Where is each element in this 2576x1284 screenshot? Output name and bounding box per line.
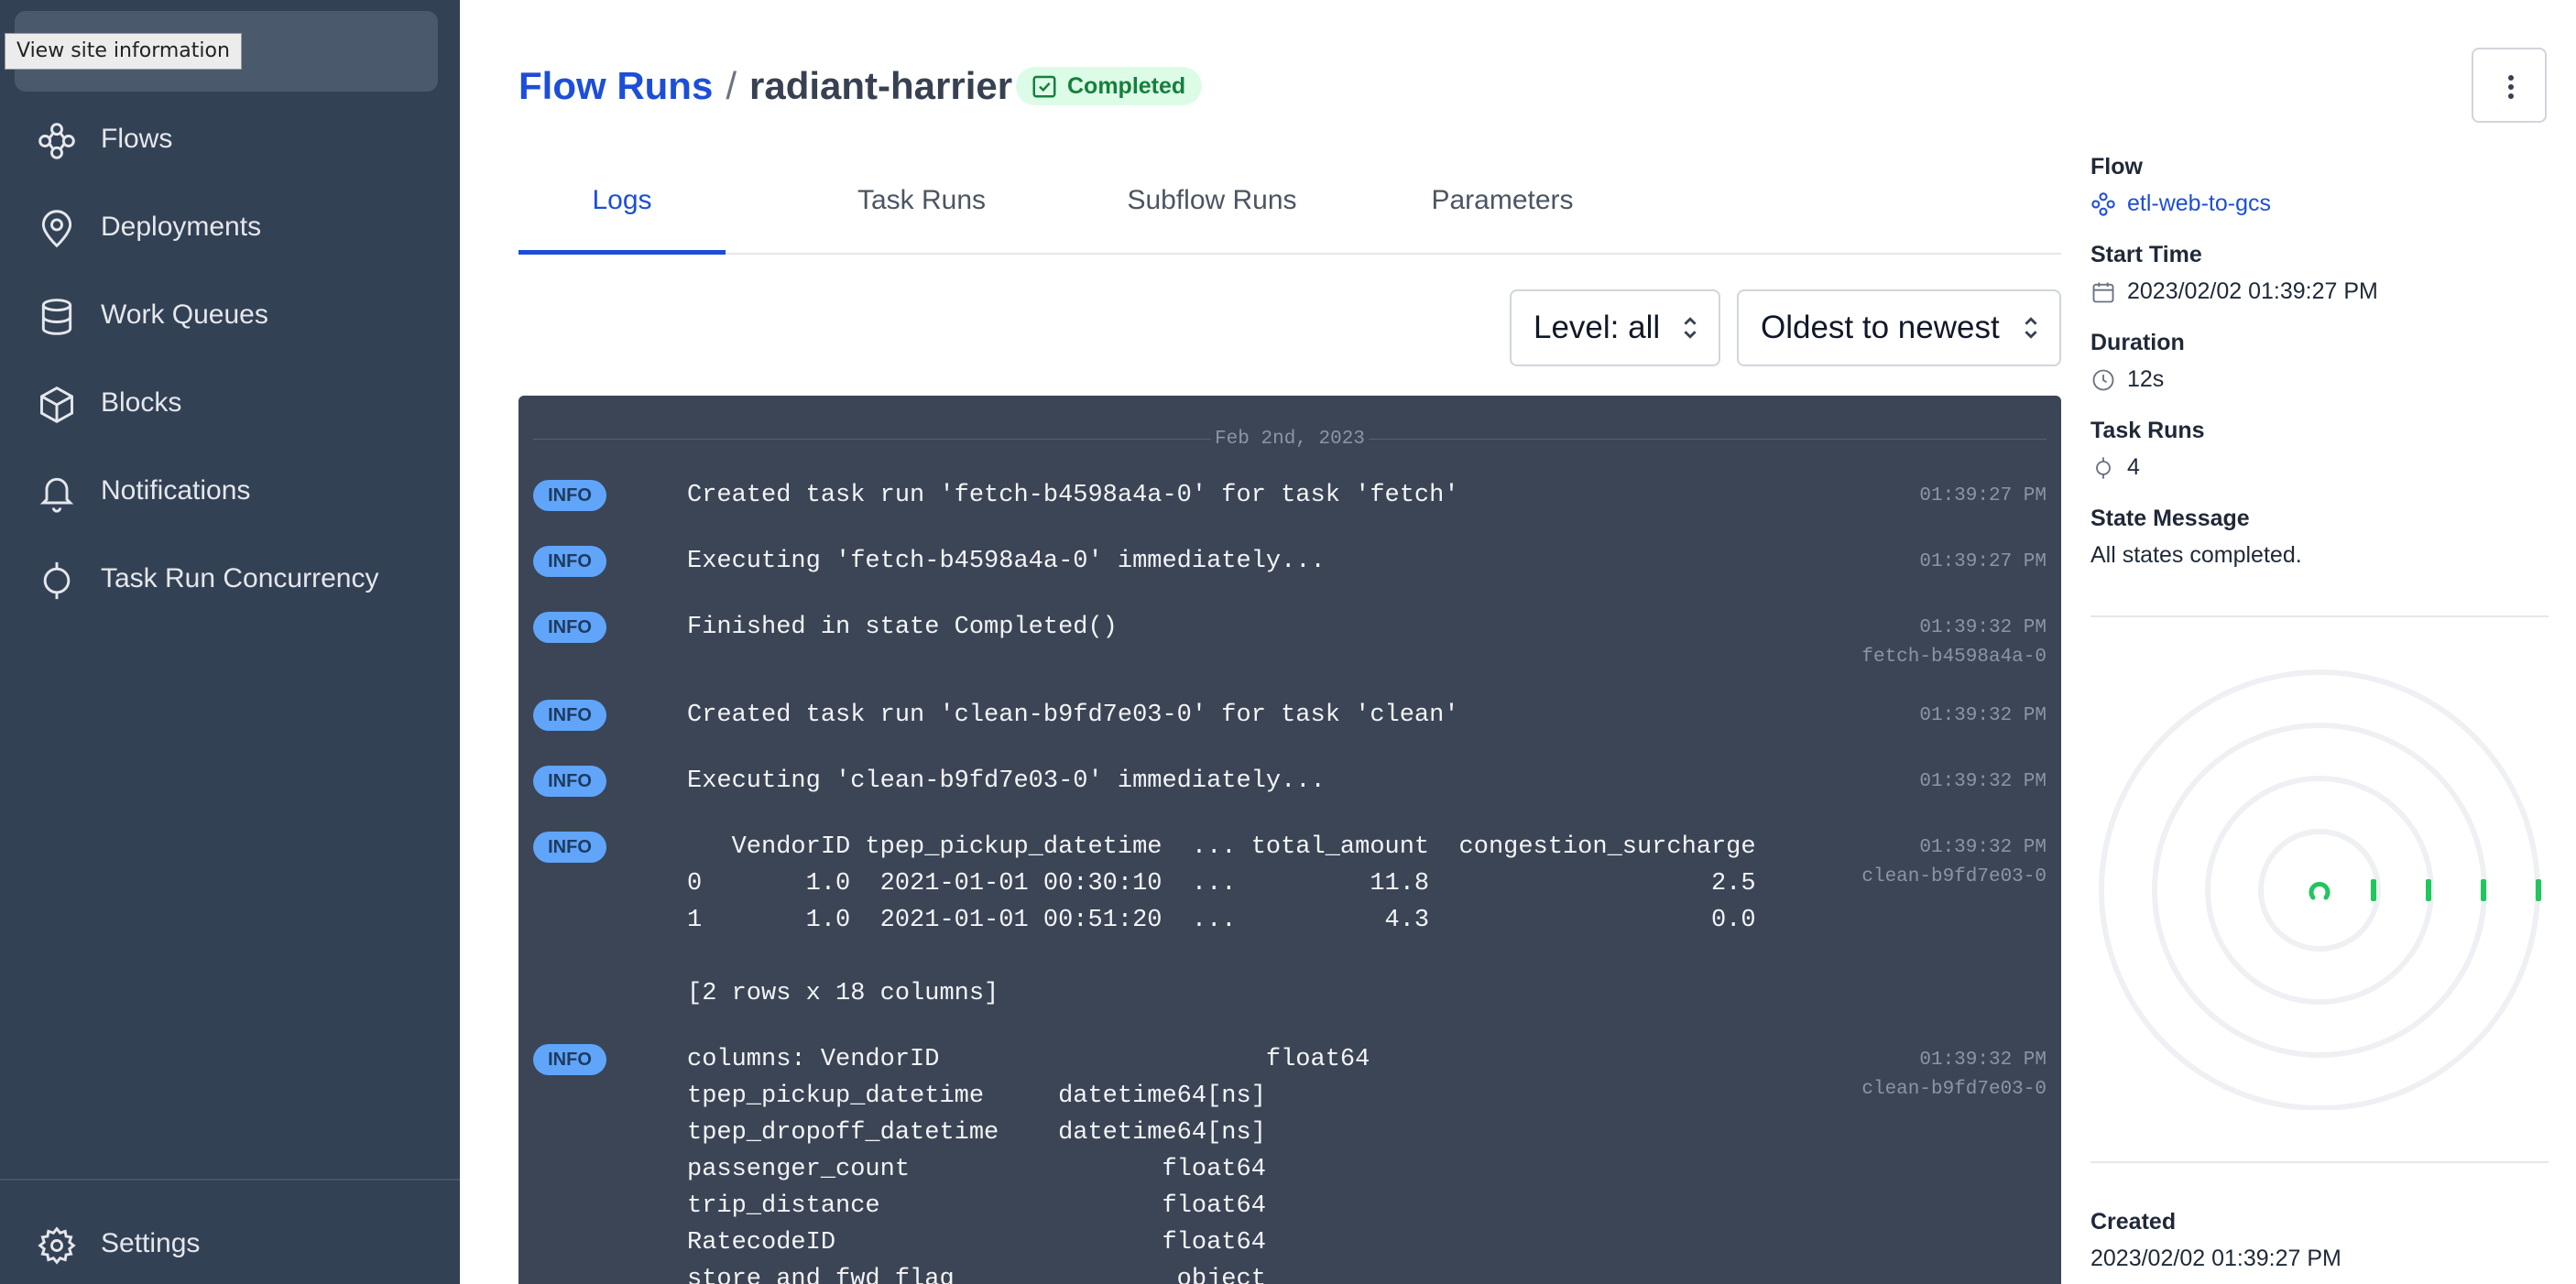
kebab-icon bbox=[2508, 75, 2514, 81]
log-message: VendorID tpep_pickup_datetime ... total_… bbox=[687, 833, 1756, 1007]
sidebar-item-label: Flows bbox=[101, 124, 173, 154]
cube-icon bbox=[40, 386, 73, 424]
sidebar-item-label: Task Run Concurrency bbox=[101, 563, 379, 593]
sidebar-item-label: Blocks bbox=[101, 387, 182, 418]
log-message: Created task run 'fetch-b4598a4a-0' for … bbox=[687, 482, 1459, 509]
tab-logs[interactable]: Logs bbox=[518, 170, 726, 255]
page-title: radiant-harrier bbox=[749, 64, 1013, 107]
status-label: Completed bbox=[1067, 72, 1186, 99]
tab-subflow-runs[interactable]: Subflow Runs bbox=[1059, 170, 1365, 255]
chevron-up-down-icon bbox=[2025, 317, 2037, 339]
breadcrumb: Flow Runs / radiant-harrier bbox=[518, 62, 1012, 110]
start-time-label: Start Time bbox=[2090, 242, 2202, 267]
breadcrumb-flow-runs-link[interactable]: Flow Runs bbox=[518, 64, 713, 107]
flow-run-radar[interactable] bbox=[2090, 652, 2549, 1110]
sidebar-divider bbox=[0, 1179, 460, 1181]
sidebar-item-flows[interactable]: Flows bbox=[0, 103, 460, 176]
log-timestamp: 01:39:32 PM bbox=[1919, 705, 2047, 726]
sidebar-item-settings[interactable]: Settings bbox=[0, 1207, 460, 1280]
log-message: Executing 'clean-b9fd7e03-0' immediately… bbox=[687, 767, 1326, 795]
sidebar-item-label: Deployments bbox=[101, 212, 262, 242]
log-message: columns: VendorID float64 tpep_pickup_da… bbox=[687, 1046, 1370, 1284]
level-select-value: Level: all bbox=[1534, 310, 1661, 345]
flows-icon bbox=[2091, 191, 2115, 216]
log-timestamp: 01:39:27 PM bbox=[1919, 485, 2047, 506]
task-run-icon bbox=[2096, 456, 2111, 479]
sidebar-item-label: Notifications bbox=[101, 475, 251, 506]
task-run-icon bbox=[43, 561, 71, 600]
created-value: 2023/02/02 01:39:27 PM bbox=[2090, 1246, 2341, 1271]
log-level-badge: INFO bbox=[533, 832, 606, 863]
radar-task-node bbox=[2426, 879, 2431, 901]
radar-root-node bbox=[2309, 881, 2330, 900]
task-runs-label: Task Runs bbox=[2090, 418, 2205, 443]
log-level-badge: INFO bbox=[533, 1044, 606, 1075]
log-timestamp: 01:39:32 PM bbox=[1919, 771, 2047, 792]
sidebar-item-label: Settings bbox=[101, 1228, 201, 1258]
log-timestamp: 01:39:27 PM bbox=[1919, 551, 2047, 572]
radar-ring bbox=[2099, 669, 2540, 1110]
duration-label: Duration bbox=[2090, 330, 2185, 355]
database-icon bbox=[41, 299, 72, 335]
flows-icon bbox=[38, 123, 75, 159]
radar-ring bbox=[2152, 723, 2487, 1058]
log-timestamp: 01:39:32 PM bbox=[1919, 617, 2047, 638]
date-divider: Feb 2nd, 2023 bbox=[533, 429, 2047, 451]
breadcrumb-separator: / bbox=[726, 64, 737, 107]
start-time-value: 2023/02/02 01:39:27 PM bbox=[2090, 278, 2378, 305]
task-runs-value: 4 bbox=[2090, 454, 2140, 481]
log-panel[interactable]: Feb 2nd, 2023 INFO Created task run 'fet… bbox=[518, 396, 2061, 1284]
clock-icon bbox=[2092, 369, 2114, 390]
calendar-icon bbox=[2092, 282, 2114, 302]
sidebar-item-blocks[interactable]: Blocks bbox=[0, 366, 460, 440]
map-pin-icon bbox=[41, 210, 72, 248]
sidebar-item-notifications[interactable]: Notifications bbox=[0, 454, 460, 528]
log-task-run-link[interactable]: clean-b9fd7e03-0 bbox=[1861, 863, 2047, 892]
tab-parameters[interactable]: Parameters bbox=[1365, 170, 1640, 255]
sort-select-value: Oldest to newest bbox=[1761, 310, 2000, 345]
sort-select[interactable]: Oldest to newest bbox=[1737, 289, 2061, 366]
duration-value: 12s bbox=[2090, 366, 2164, 393]
log-level-badge: INFO bbox=[533, 480, 606, 511]
status-badge: Completed bbox=[1016, 67, 1203, 105]
bell-icon bbox=[39, 477, 74, 513]
level-select[interactable]: Level: all bbox=[1510, 289, 1720, 366]
sidebar-item-task-run-concurrency[interactable]: Task Run Concurrency bbox=[0, 542, 460, 615]
log-message: Created task run 'clean-b9fd7e03-0' for … bbox=[687, 702, 1459, 729]
log-message: Finished in state Completed() bbox=[687, 614, 1118, 641]
radar-task-node bbox=[2371, 879, 2376, 901]
radar-task-node bbox=[2536, 879, 2541, 901]
log-level-badge: INFO bbox=[533, 700, 606, 731]
sidebar-item-label: Work Queues bbox=[101, 299, 268, 330]
site-info-tooltip: View site information bbox=[5, 33, 242, 70]
radar-ring bbox=[2258, 829, 2381, 952]
flow-label: Flow bbox=[2090, 154, 2143, 180]
radar-ring bbox=[2205, 776, 2434, 1005]
divider bbox=[2090, 615, 2549, 617]
tab-task-runs[interactable]: Task Runs bbox=[784, 170, 1059, 255]
log-level-badge: INFO bbox=[533, 766, 606, 797]
sidebar-item-deployments[interactable]: Deployments bbox=[0, 190, 460, 264]
tab-bar: Logs Task Runs Subflow Runs Parameters bbox=[518, 170, 2061, 255]
check-calendar-icon bbox=[1032, 75, 1056, 98]
sidebar-item-work-queues[interactable]: Work Queues bbox=[0, 278, 460, 352]
log-timestamp: 01:39:32 PM bbox=[1919, 837, 2047, 858]
log-timestamp: 01:39:32 PM bbox=[1919, 1050, 2047, 1071]
created-label: Created bbox=[2090, 1209, 2177, 1235]
gear-icon bbox=[38, 1226, 76, 1265]
more-options-button[interactable] bbox=[2472, 48, 2547, 123]
flow-link[interactable]: etl-web-to-gcs bbox=[2090, 190, 2271, 217]
log-task-run-link[interactable]: fetch-b4598a4a-0 bbox=[1861, 643, 2047, 672]
sidebar: Flows Deployments Work Queues Blocks Not… bbox=[0, 0, 460, 1284]
state-message-label: State Message bbox=[2090, 506, 2250, 531]
log-level-badge: INFO bbox=[533, 612, 606, 643]
radar-task-node bbox=[2481, 879, 2486, 901]
divider bbox=[2090, 1161, 2549, 1163]
log-date: Feb 2nd, 2023 bbox=[1215, 429, 1365, 450]
log-message: Executing 'fetch-b4598a4a-0' immediately… bbox=[687, 548, 1326, 575]
state-message-value: All states completed. bbox=[2090, 542, 2302, 568]
log-level-badge: INFO bbox=[533, 546, 606, 577]
chevron-up-down-icon bbox=[1684, 317, 1697, 339]
log-task-run-link[interactable]: clean-b9fd7e03-0 bbox=[1861, 1075, 2047, 1104]
